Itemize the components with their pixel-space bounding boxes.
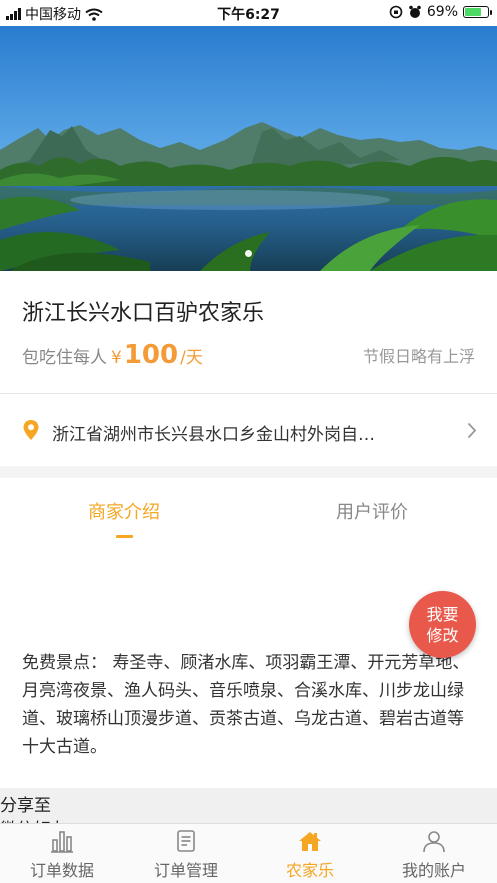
tab-merchant-intro[interactable]: 商家介绍 [0, 498, 248, 524]
intro-section: 免费景点： 寿圣寺、顾渚水库、项羽霸王潭、开元芳草地、月亮湾夜景、渔人码头、音乐… [0, 548, 497, 788]
price-amount: 100 [123, 340, 179, 370]
listing-title: 浙江长兴水口百驴农家乐 [22, 301, 265, 326]
battery-percent: 69% [426, 4, 458, 20]
farmhouse-icon [299, 832, 321, 851]
tabbar-label: 订单数据 [29, 861, 94, 880]
status-right: 69% [389, 4, 492, 20]
document-list-icon [177, 830, 195, 852]
alarm-icon [409, 5, 421, 18]
user-icon [423, 831, 445, 853]
chevron-right-icon [467, 422, 477, 439]
tabbar-label: 我的账户 [401, 861, 466, 880]
detail-tabs: 商家介绍 用户评价 [0, 478, 497, 548]
location-pin-icon [23, 420, 39, 440]
listing-summary: 浙江长兴水口百驴农家乐 包吃住每人 ¥ 100 /天 节假日略有上浮 [0, 271, 497, 391]
section-gap [0, 466, 497, 478]
tabbar-item-order-data[interactable]: 订单数据 [0, 828, 124, 881]
currency-symbol: ¥ [111, 348, 122, 368]
orientation-lock-icon [389, 5, 403, 19]
tabbar-item-farmhouse[interactable]: 农家乐 [248, 828, 372, 881]
bar-chart-icon [51, 831, 73, 853]
edit-button-line2: 修改 [426, 625, 459, 645]
share-panel: 分享至 微信好友 [0, 788, 497, 823]
share-label: 分享至 [0, 796, 51, 816]
carousel-dots [0, 250, 497, 257]
address-row[interactable]: 浙江省湖州市长兴县水口乡金山村外岗自… [0, 394, 497, 466]
battery-icon [463, 6, 492, 18]
tabbar-label: 订单管理 [153, 861, 218, 880]
status-bar: 中国移动 下午6:27 69% [0, 0, 497, 26]
price-unit: /天 [180, 348, 203, 368]
hero-carousel[interactable] [0, 0, 497, 271]
tabbar-item-order-management[interactable]: 订单管理 [124, 828, 248, 881]
tabbar-label: 农家乐 [285, 861, 334, 880]
holiday-note: 节假日略有上浮 [362, 347, 475, 366]
share-wechat-friend[interactable]: 微信好友 [0, 815, 68, 823]
edit-button[interactable]: 我要 修改 [409, 591, 476, 658]
address-text: 浙江省湖州市长兴县水口乡金山村外岗自… [52, 425, 375, 445]
intro-text: 免费景点： 寿圣寺、顾渚水库、项羽霸王潭、开元芳草地、月亮湾夜景、渔人码头、音乐… [22, 653, 470, 757]
price-prefix: 包吃住每人 [22, 348, 107, 368]
edit-button-line1: 我要 [426, 604, 459, 624]
tab-user-reviews[interactable]: 用户评价 [248, 498, 496, 524]
tabbar-item-my-account[interactable]: 我的账户 [372, 828, 496, 881]
tab-active-indicator [116, 535, 133, 538]
hero-landscape-image [0, 0, 497, 271]
carousel-dot-active[interactable] [245, 250, 252, 257]
price-row: 包吃住每人 ¥ 100 /天 [22, 340, 203, 370]
bottom-tab-bar: 订单数据 订单管理 农家乐 我的账户 [0, 823, 497, 883]
